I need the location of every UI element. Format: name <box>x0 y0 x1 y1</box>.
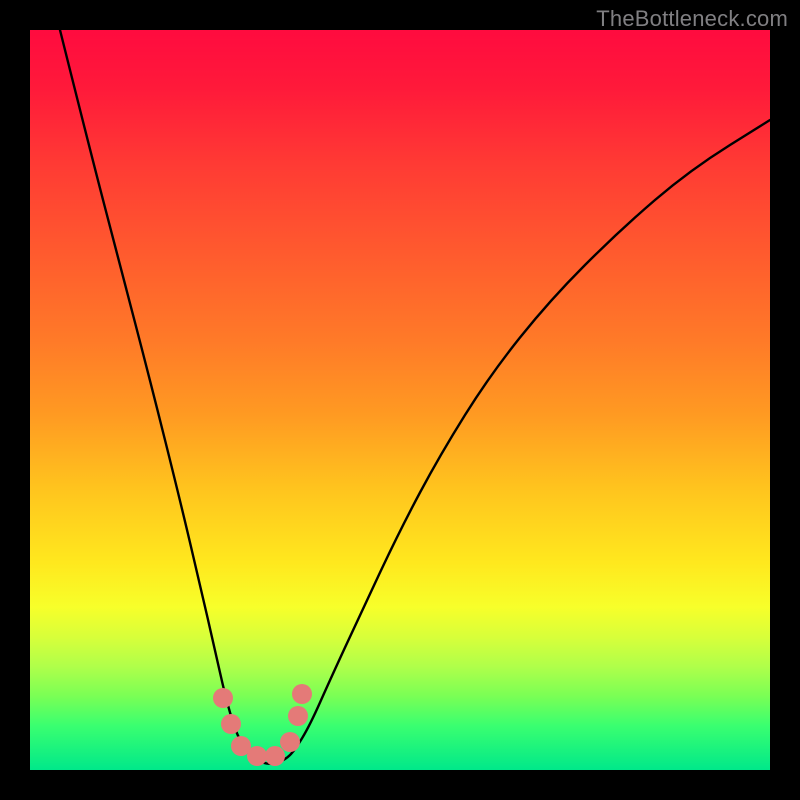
bottom-marker-2 <box>247 746 267 766</box>
right-knee-marker-2 <box>288 706 308 726</box>
chart-frame: TheBottleneck.com <box>0 0 800 800</box>
left-knee-marker-2 <box>221 714 241 734</box>
bottom-marker-3 <box>265 746 285 766</box>
curve-svg <box>30 30 770 770</box>
right-knee-marker-3 <box>292 684 312 704</box>
right-knee-marker-1 <box>280 732 300 752</box>
plot-area <box>30 30 770 770</box>
bottleneck-curve <box>60 30 770 764</box>
watermark-text: TheBottleneck.com <box>596 6 788 32</box>
curve-markers <box>213 684 312 766</box>
left-knee-marker-1 <box>213 688 233 708</box>
